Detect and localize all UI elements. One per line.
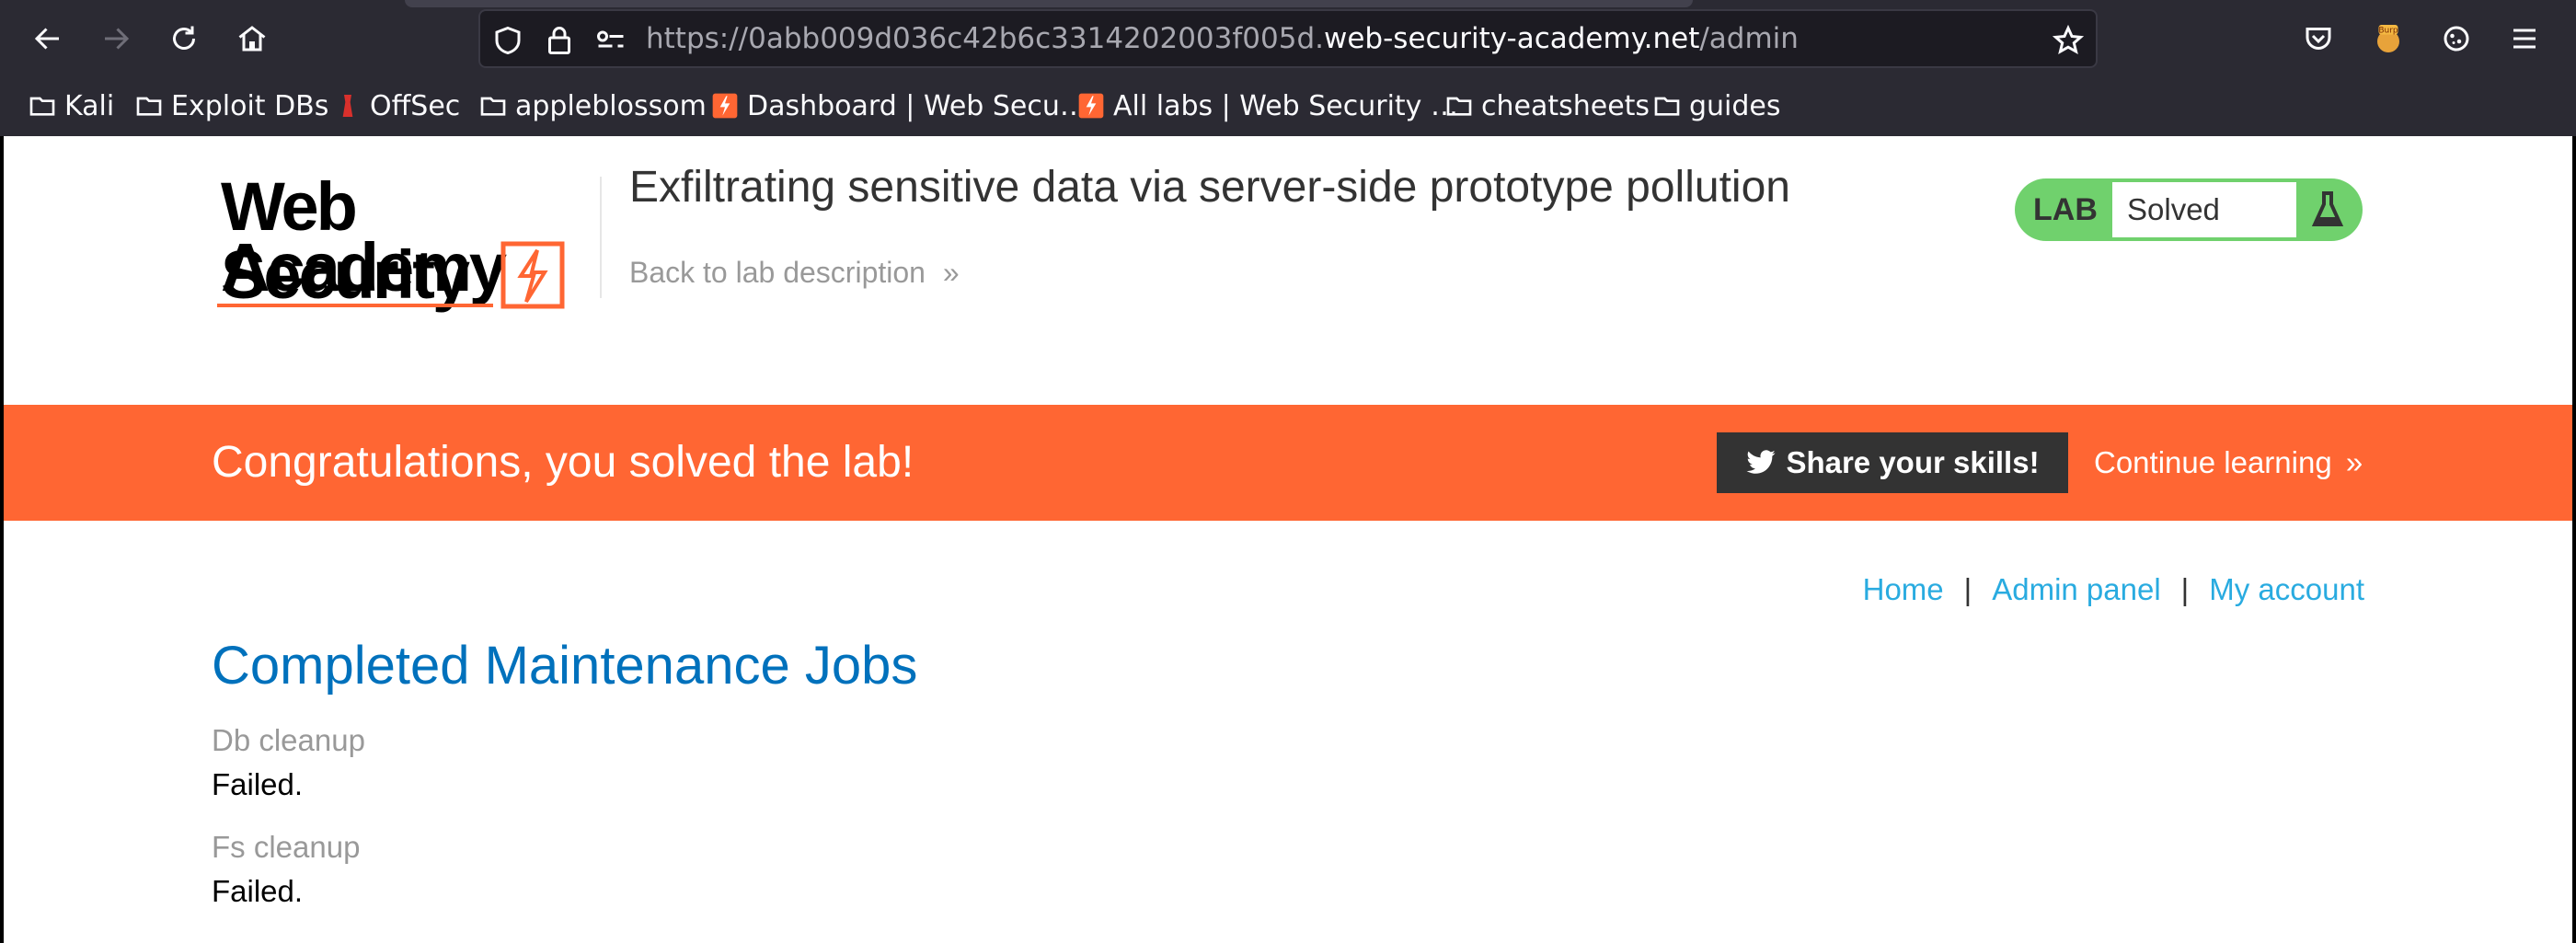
cookie-extension-button[interactable] [2431,13,2482,64]
shield-icon[interactable] [491,24,524,57]
bookmark-appleblossom[interactable]: appleblossom [478,83,707,129]
burp-extension-button[interactable]: Burp [2363,13,2414,64]
my-account-link[interactable]: My account [2209,572,2364,607]
back-arrow-icon [34,28,59,50]
portswigger-icon [1078,93,1104,119]
bookmark-all-labs[interactable]: All labs | Web Security … [1076,83,1458,129]
bookmark-label: guides [1689,89,1781,122]
lock-icon[interactable] [543,24,576,57]
back-link-label: Back to lab description [629,256,926,289]
forward-button[interactable] [90,13,142,64]
double-chevron-right-icon: » [2345,445,2363,479]
web-security-academy-logo[interactable]: Web Security Academy [217,173,594,311]
lightning-bolt-icon [500,241,565,309]
bookmark-label: Dashboard | Web Secu… [747,89,1087,122]
solved-banner: Congratulations, you solved the lab! Sha… [4,405,2572,521]
share-skills-button[interactable]: Share your skills! [1717,432,2068,493]
folder-icon [136,97,162,116]
url-prefix: https://0abb009d036c42b6c3314202003f005d… [646,22,1324,55]
url-text[interactable]: https://0abb009d036c42b6c3314202003f005d… [646,11,1799,66]
home-link[interactable]: Home [1863,572,1944,607]
home-icon [238,26,266,52]
forward-arrow-icon [105,28,130,50]
continue-label: Continue learning [2094,445,2332,479]
bookmark-kali[interactable]: Kali [28,83,114,129]
header-divider [600,177,602,298]
bookmark-label: appleblossom [515,89,707,122]
pocket-button[interactable] [2293,13,2344,64]
share-label: Share your skills! [1786,445,2040,479]
congratulations-message: Congratulations, you solved the lab! [212,438,914,487]
burp-extension-icon: Burp [2377,25,2399,52]
bookmark-dashboard[interactable]: Dashboard | Web Secu… [710,83,1087,129]
lab-badge-label: LAB [2033,192,2098,227]
home-button[interactable] [226,13,278,64]
bookmark-exploit-dbs[interactable]: Exploit DBs [134,83,328,129]
continue-learning-link[interactable]: Continue learning » [2094,405,2363,521]
lab-title: Exfiltrating sensitive data via server-s… [629,163,1790,212]
logo-line2: Academy [221,229,507,305]
page-heading: Completed Maintenance Jobs [212,636,918,696]
back-button[interactable] [22,13,74,64]
bookmark-label: OffSec [370,89,461,122]
reload-button[interactable] [158,13,210,64]
offsec-icon [342,95,353,117]
bookmark-label: All labs | Web Security … [1113,89,1458,122]
bookmark-label: Kali [64,89,115,122]
job-name: Db cleanup [212,723,365,757]
twitter-icon [1746,450,1777,474]
url-domain: web-security-academy.net [1324,22,1700,55]
reload-icon [173,26,195,50]
folder-icon [1446,97,1472,116]
browser-chrome: https://0abb009d036c42b6c3314202003f005d… [0,0,2576,136]
cookie-icon [2444,26,2469,52]
bookmark-cheatsheets[interactable]: cheatsheets [1444,83,1650,129]
lab-status-text: Solved [2112,182,2296,237]
bookmark-label: Exploit DBs [171,89,329,122]
flask-icon [2311,191,2344,226]
url-bar[interactable]: https://0abb009d036c42b6c3314202003f005d… [478,9,2098,68]
admin-panel-link[interactable]: Admin panel [1992,572,2160,607]
lab-status-badge: LAB Solved [2015,178,2363,241]
nav-separator: | [1963,572,1972,606]
hamburger-menu-icon [2513,29,2536,49]
web-page: Web Security Academy Exfiltrating sensit… [4,136,2572,943]
nav-separator: | [2180,572,2190,606]
folder-icon [480,97,506,116]
logo-underline [217,304,493,307]
double-chevron-right-icon: » [942,256,960,289]
menu-button[interactable] [2499,13,2550,64]
folder-icon [1654,97,1680,116]
permissions-icon[interactable] [594,24,627,57]
bookmark-label: cheatsheets [1481,89,1650,122]
bookmark-star-icon[interactable] [2052,24,2085,57]
navigation-toolbar: https://0abb009d036c42b6c3314202003f005d… [0,0,2576,77]
bookmarks-toolbar: Kali Exploit DBs OffSec appleblossom Das… [0,83,2576,131]
job-status: Failed. [212,874,304,908]
account-navigation: Home | Admin panel | My account [1863,572,2364,607]
back-to-lab-description-link[interactable]: Back to lab description » [629,256,960,290]
pocket-icon [2306,28,2331,50]
bookmark-offsec[interactable]: OffSec [333,83,460,129]
bookmark-guides[interactable]: guides [1652,83,1781,129]
job-name: Fs cleanup [212,830,361,864]
job-status: Failed. [212,767,304,801]
burp-badge-text: Burp [2378,26,2398,35]
portswigger-icon [712,93,738,119]
folder-icon [29,97,55,116]
url-path: /admin [1699,22,1799,55]
